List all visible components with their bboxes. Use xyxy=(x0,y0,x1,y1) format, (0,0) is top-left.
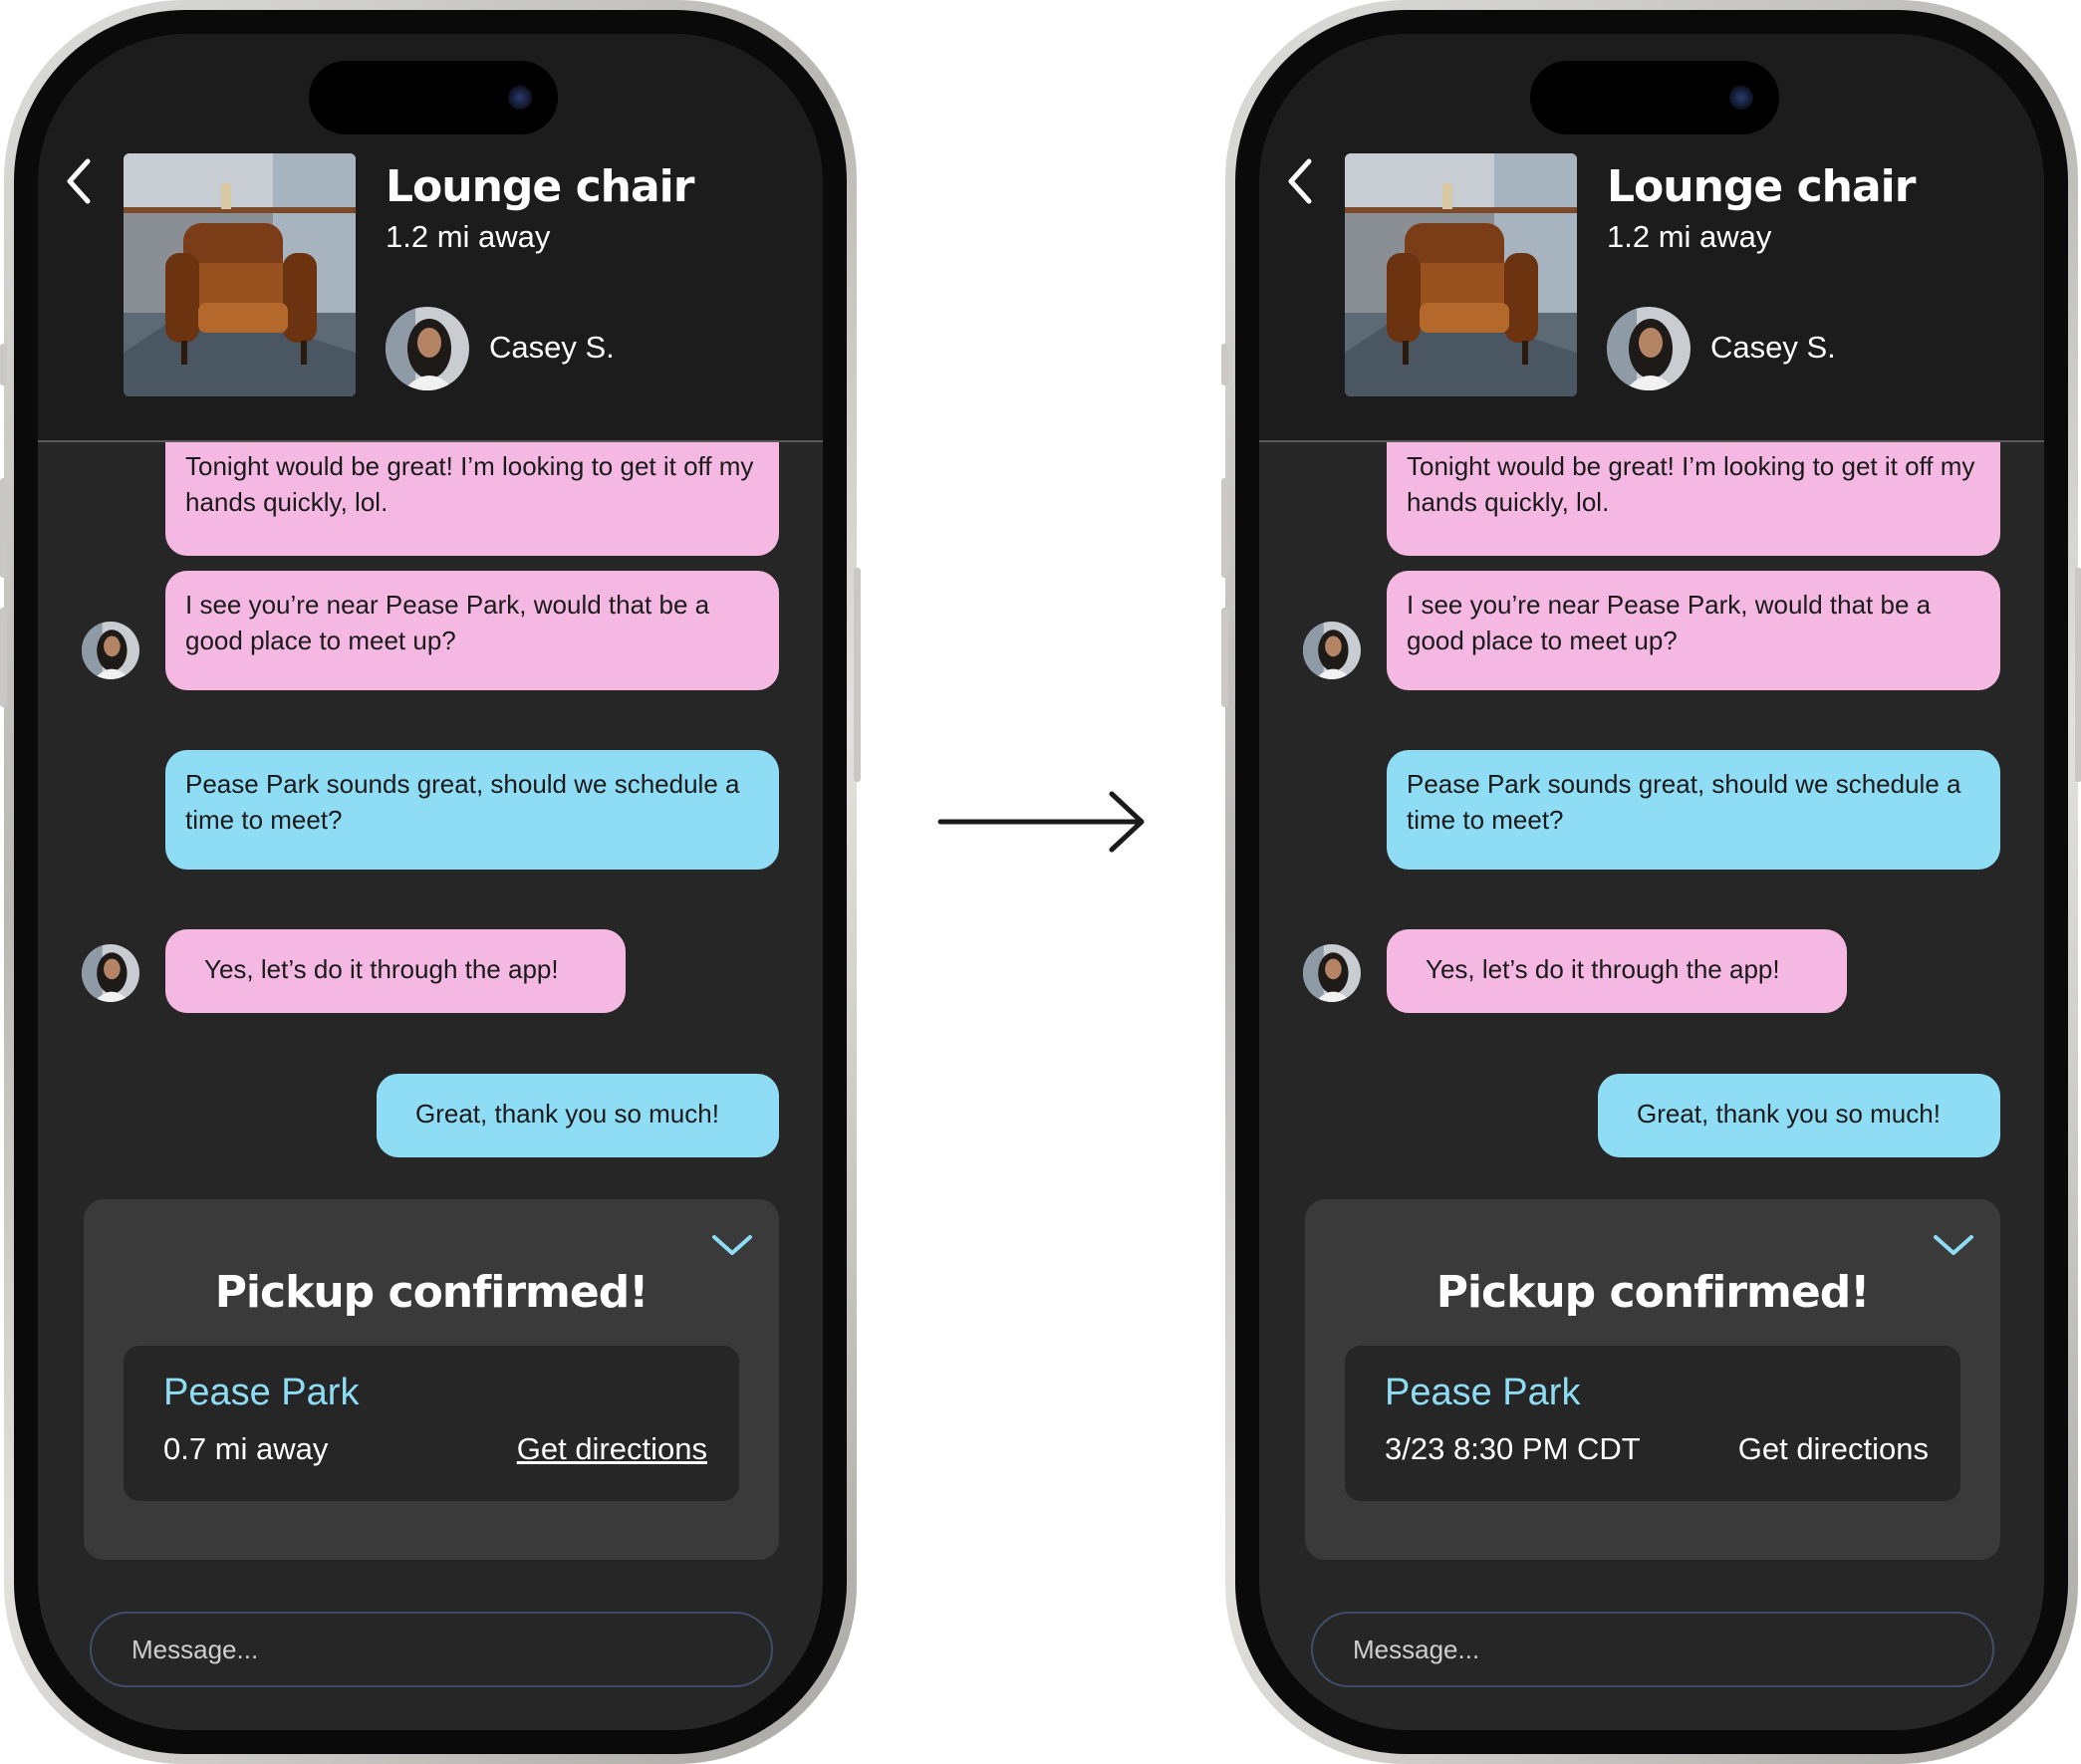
chevron-left-icon xyxy=(1288,158,1312,204)
seller-avatar-small xyxy=(82,944,139,1002)
message-bubble-buyer: Great, thank you so much! xyxy=(377,1074,779,1157)
message-bubble-seller: Yes, let’s do it through the app! xyxy=(1387,929,1847,1013)
back-button[interactable] xyxy=(1279,151,1323,211)
camera-icon xyxy=(1729,86,1753,110)
volume-up-button xyxy=(1221,478,1228,578)
seller-avatar-small xyxy=(1303,622,1361,679)
seller-name: Casey S. xyxy=(489,330,615,365)
listing-distance: 1.2 mi away xyxy=(386,219,551,254)
listing-title: Lounge chair xyxy=(1607,161,1916,212)
message-bubble-buyer: Great, thank you so much! xyxy=(1598,1074,2000,1157)
camera-icon xyxy=(508,86,532,110)
phone-before: Lounge chair 1.2 mi away Casey S. Tonigh… xyxy=(0,0,861,1764)
message-bubble-seller: I see you’re near Pease Park, would that… xyxy=(165,571,779,690)
collapse-button[interactable] xyxy=(711,1233,753,1257)
dynamic-island xyxy=(1530,61,1779,134)
bezel: Lounge chair 1.2 mi away Casey S. Tonigh… xyxy=(14,10,847,1754)
get-directions-link[interactable]: Get directions xyxy=(1738,1431,1929,1467)
chevron-down-icon xyxy=(1934,1235,1973,1255)
back-button[interactable] xyxy=(58,151,102,211)
location-name: Pease Park xyxy=(163,1372,360,1413)
product-image[interactable] xyxy=(124,153,356,396)
message-bubble-buyer: Pease Park sounds great, should we sched… xyxy=(1387,750,2000,870)
message-bubble-seller: Tonight would be great! I’m looking to g… xyxy=(165,442,779,556)
location-distance: 0.7 mi away xyxy=(163,1431,329,1466)
power-button xyxy=(2075,568,2081,782)
phone-after: Lounge chair 1.2 mi away Casey S. Tonigh… xyxy=(1221,0,2081,1764)
volume-down-button xyxy=(0,608,7,707)
seller-avatar-small xyxy=(1303,944,1361,1002)
seller-avatar[interactable] xyxy=(1607,307,1691,390)
pickup-confirmed-title: Pickup confirmed! xyxy=(1435,1267,1871,1318)
message-input[interactable] xyxy=(90,1612,773,1687)
pickup-datetime: 3/23 8:30 PM CDT xyxy=(1385,1431,1641,1466)
pickup-confirmed-title: Pickup confirmed! xyxy=(214,1267,650,1318)
chevron-down-icon xyxy=(712,1235,752,1255)
seller-avatar-small xyxy=(82,622,139,679)
message-bubble-seller: I see you’re near Pease Park, would that… xyxy=(1387,571,2000,690)
seller-avatar[interactable] xyxy=(386,307,469,390)
bezel: Lounge chair 1.2 mi away Casey S. Tonigh… xyxy=(1235,10,2068,1754)
screen: Lounge chair 1.2 mi away Casey S. Tonigh… xyxy=(1259,34,2044,1730)
get-directions-link[interactable]: Get directions xyxy=(517,1431,707,1467)
message-input[interactable] xyxy=(1311,1612,1994,1687)
pickup-location: Pease Park 3/23 8:30 PM CDT Get directio… xyxy=(1345,1346,1960,1501)
pickup-confirmation-card: Pickup confirmed! Pease Park 3/23 8:30 P… xyxy=(1305,1199,2000,1560)
volume-down-button xyxy=(1221,608,1228,707)
listing-distance: 1.2 mi away xyxy=(1607,219,1772,254)
collapse-button[interactable] xyxy=(1933,1233,1974,1257)
seller-name: Casey S. xyxy=(1710,330,1836,365)
listing-title: Lounge chair xyxy=(386,161,694,212)
message-bubble-seller: Yes, let’s do it through the app! xyxy=(165,929,626,1013)
screen: Lounge chair 1.2 mi away Casey S. Tonigh… xyxy=(38,34,823,1730)
dynamic-island xyxy=(309,61,558,134)
product-image[interactable] xyxy=(1345,153,1577,396)
message-bubble-seller: Tonight would be great! I’m looking to g… xyxy=(1387,442,2000,556)
volume-up-button xyxy=(0,478,7,578)
arrow-right-icon xyxy=(937,791,1145,853)
pickup-location: Pease Park 0.7 mi away Get directions xyxy=(124,1346,739,1501)
pickup-confirmation-card: Pickup confirmed! Pease Park 0.7 mi away… xyxy=(84,1199,779,1560)
chevron-left-icon xyxy=(67,158,91,204)
power-button xyxy=(854,568,861,782)
location-name: Pease Park xyxy=(1385,1372,1581,1413)
message-bubble-buyer: Pease Park sounds great, should we sched… xyxy=(165,750,779,870)
action-button xyxy=(1221,344,1228,385)
action-button xyxy=(0,344,7,385)
